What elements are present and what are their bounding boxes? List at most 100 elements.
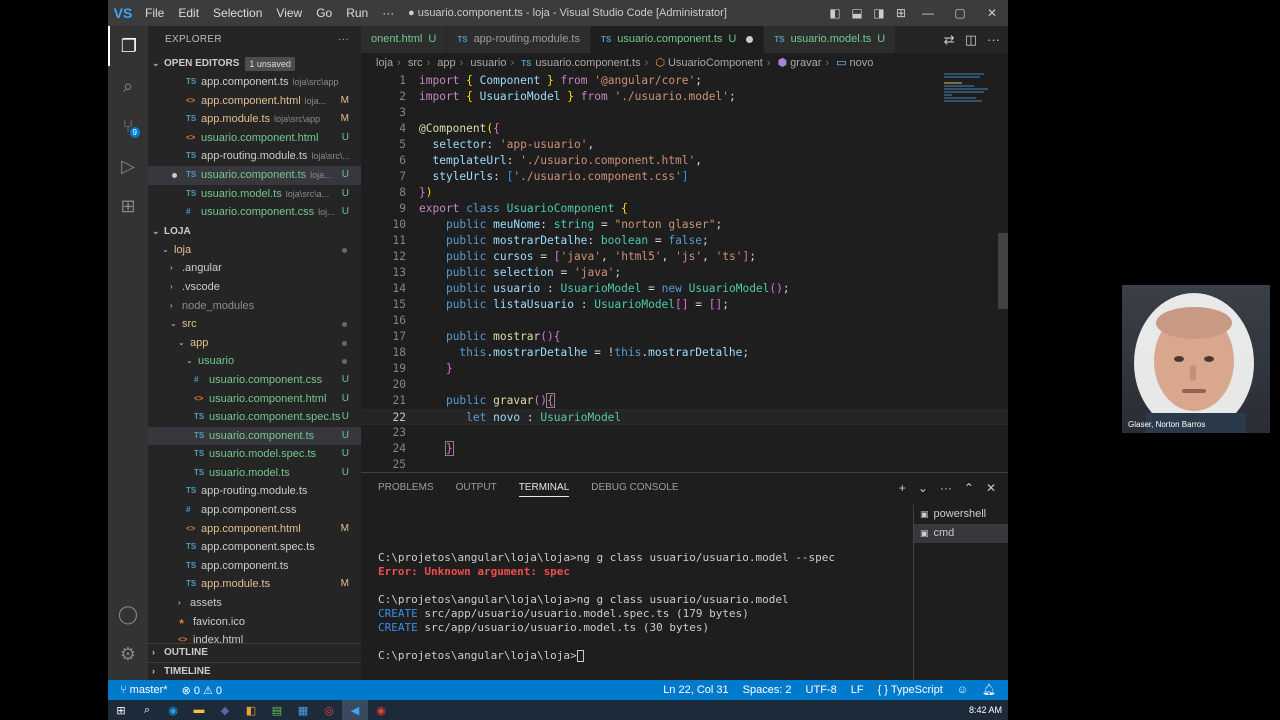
menu-file[interactable]: File: [138, 0, 171, 26]
folder-item[interactable]: ⌄ loja: [148, 241, 361, 260]
chevron-down-icon[interactable]: ⌄: [918, 481, 928, 495]
more-actions-icon[interactable]: ···: [987, 26, 1000, 53]
language-mode[interactable]: { } TypeScript: [878, 680, 943, 700]
problems-indicator[interactable]: ⊗ 0 ⚠ 0: [182, 684, 222, 697]
breadcrumb-item[interactable]: UsuarioComponent: [668, 57, 763, 69]
open-editor-item[interactable]: TS usuario.model.ts loja\src\a... U: [148, 185, 361, 204]
file-item[interactable]: <> app.component.html M: [148, 520, 361, 539]
open-editor-item[interactable]: TS app.component.ts loja\src\app: [148, 73, 361, 92]
tab-usuario-model-ts[interactable]: TS usuario.model.ts U: [764, 26, 897, 53]
teams-icon[interactable]: ◆: [212, 700, 238, 720]
file-item[interactable]: <> index.html: [148, 631, 361, 643]
extensions-icon[interactable]: ⊞: [108, 186, 148, 226]
maximize-button[interactable]: ▢: [944, 0, 976, 26]
file-explorer-icon[interactable]: ▬: [186, 700, 212, 720]
file-item[interactable]: TS app.component.ts: [148, 557, 361, 576]
terminal-item-cmd[interactable]: ▣ cmd: [914, 524, 1008, 543]
open-editor-item[interactable]: TS app.module.ts loja\src\app M: [148, 110, 361, 129]
toggle-secondary-sidebar-icon[interactable]: ◨: [868, 0, 890, 26]
unsaved-dot-icon[interactable]: [172, 172, 177, 178]
file-item[interactable]: ★ favicon.ico: [148, 613, 361, 632]
open-editor-item[interactable]: # usuario.component.css loj... U: [148, 203, 361, 222]
cursor-position[interactable]: Ln 22, Col 31: [663, 680, 728, 700]
outline-header[interactable]: › OUTLINE: [148, 642, 361, 662]
file-item[interactable]: # app.component.css: [148, 501, 361, 520]
tab-output[interactable]: OUTPUT: [456, 482, 497, 496]
tab-problems[interactable]: PROBLEMS: [378, 482, 434, 496]
open-editor-item[interactable]: <> app.component.html loja... M: [148, 92, 361, 111]
code-editor[interactable]: 1 import { Component } from '@angular/cor…: [361, 73, 1008, 472]
scrollbar-thumb[interactable]: [998, 233, 1008, 309]
explorer-more-actions-icon[interactable]: ···: [338, 26, 349, 54]
settings-gear-icon[interactable]: ⚙: [108, 634, 148, 674]
menu-more[interactable]: ···: [375, 0, 401, 26]
file-item[interactable]: TS usuario.component.ts U: [148, 426, 361, 446]
source-control-icon[interactable]: ⑂ 9: [108, 106, 148, 146]
open-editors-header[interactable]: ⌄ OPEN EDITORS 1 unsaved: [148, 54, 361, 73]
tab-usuario-component-ts[interactable]: TS usuario.component.ts U: [590, 26, 765, 53]
notifications-bell-icon[interactable]: 🔔︎: [982, 680, 996, 700]
close-panel-icon[interactable]: ✕: [986, 481, 996, 495]
feedback-icon[interactable]: ☺: [957, 680, 968, 700]
menu-run[interactable]: Run: [339, 0, 375, 26]
terminal-item-powershell[interactable]: ▣ powershell: [914, 505, 1008, 524]
toggle-panel-icon[interactable]: ⬓: [846, 0, 868, 26]
toggle-primary-sidebar-icon[interactable]: ◧: [824, 0, 846, 26]
compare-changes-icon[interactable]: ⇄: [944, 26, 955, 53]
edge-browser-icon[interactable]: ◉: [160, 700, 186, 720]
tab-debug-console[interactable]: DEBUG CONSOLE: [591, 482, 678, 496]
folder-item[interactable]: › assets: [148, 594, 361, 613]
more-actions-icon[interactable]: ···: [940, 481, 952, 495]
tab-app-routing-module[interactable]: TS app-routing.module.ts: [447, 26, 591, 53]
branch-indicator[interactable]: ⑂ master*: [120, 684, 168, 696]
folder-item[interactable]: › .vscode: [148, 278, 361, 297]
breadcrumb-item[interactable]: novo: [850, 57, 874, 69]
clock[interactable]: 8:42 AM: [969, 700, 1002, 720]
file-item[interactable]: TS app.component.spec.ts: [148, 538, 361, 557]
split-editor-icon[interactable]: ◫: [965, 26, 977, 53]
open-editor-item[interactable]: TS usuario.component.ts loja... U: [148, 165, 361, 185]
breadcrumb-item[interactable]: app: [437, 57, 455, 69]
search-icon[interactable]: ⌕: [108, 66, 148, 106]
indentation[interactable]: Spaces: 2: [743, 680, 792, 700]
account-icon[interactable]: ◯: [108, 594, 148, 634]
breadcrumb-item[interactable]: usuario.component.ts: [535, 57, 640, 69]
maximize-panel-icon[interactable]: ⌃: [964, 481, 974, 495]
folder-item[interactable]: ⌄ app: [148, 334, 361, 353]
windows-start-icon[interactable]: ⊞: [108, 700, 134, 720]
app-icon[interactable]: ◉: [368, 700, 394, 720]
minimize-button[interactable]: —: [912, 0, 944, 26]
file-item[interactable]: TS usuario.component.spec.ts U: [148, 408, 361, 427]
breadcrumb-item[interactable]: src: [408, 57, 423, 69]
file-item[interactable]: <> usuario.component.html U: [148, 390, 361, 409]
file-item[interactable]: TS app-routing.module.ts: [148, 482, 361, 501]
explorer-icon[interactable]: ❐: [108, 26, 148, 66]
timeline-header[interactable]: › TIMELINE: [148, 661, 361, 680]
vscode-taskbar-icon[interactable]: ◀: [342, 700, 368, 720]
menu-edit[interactable]: Edit: [171, 0, 206, 26]
close-button[interactable]: ✕: [976, 0, 1008, 26]
file-item[interactable]: TS app.module.ts M: [148, 575, 361, 594]
app-icon[interactable]: ◧: [238, 700, 264, 720]
breadcrumb-item[interactable]: loja: [376, 57, 393, 69]
open-editor-item[interactable]: <> usuario.component.html U: [148, 129, 361, 148]
tab-terminal[interactable]: TERMINAL: [518, 482, 570, 497]
customize-layout-icon[interactable]: ⊞: [890, 0, 912, 26]
editor-scrollbar[interactable]: [998, 73, 1008, 472]
notepad-icon[interactable]: ▤: [264, 700, 290, 720]
new-terminal-icon[interactable]: +: [899, 481, 906, 495]
folder-item[interactable]: ⌄ src: [148, 315, 361, 334]
menu-view[interactable]: View: [269, 0, 309, 26]
folder-item[interactable]: › .angular: [148, 259, 361, 278]
app-icon[interactable]: ▦: [290, 700, 316, 720]
folder-header[interactable]: ⌄ LOJA: [148, 222, 361, 241]
menu-selection[interactable]: Selection: [206, 0, 269, 26]
chrome-icon[interactable]: ◎: [316, 700, 342, 720]
encoding[interactable]: UTF-8: [806, 680, 837, 700]
terminal-output[interactable]: C:\projetos\angular\loja\loja>ng g class…: [378, 537, 898, 663]
open-editor-item[interactable]: TS app-routing.module.ts loja\src\...: [148, 147, 361, 166]
unsaved-dot-icon[interactable]: [746, 36, 754, 43]
run-debug-icon[interactable]: ▷: [108, 146, 148, 186]
minimap[interactable]: [944, 73, 994, 113]
file-item[interactable]: TS usuario.model.ts U: [148, 464, 361, 483]
